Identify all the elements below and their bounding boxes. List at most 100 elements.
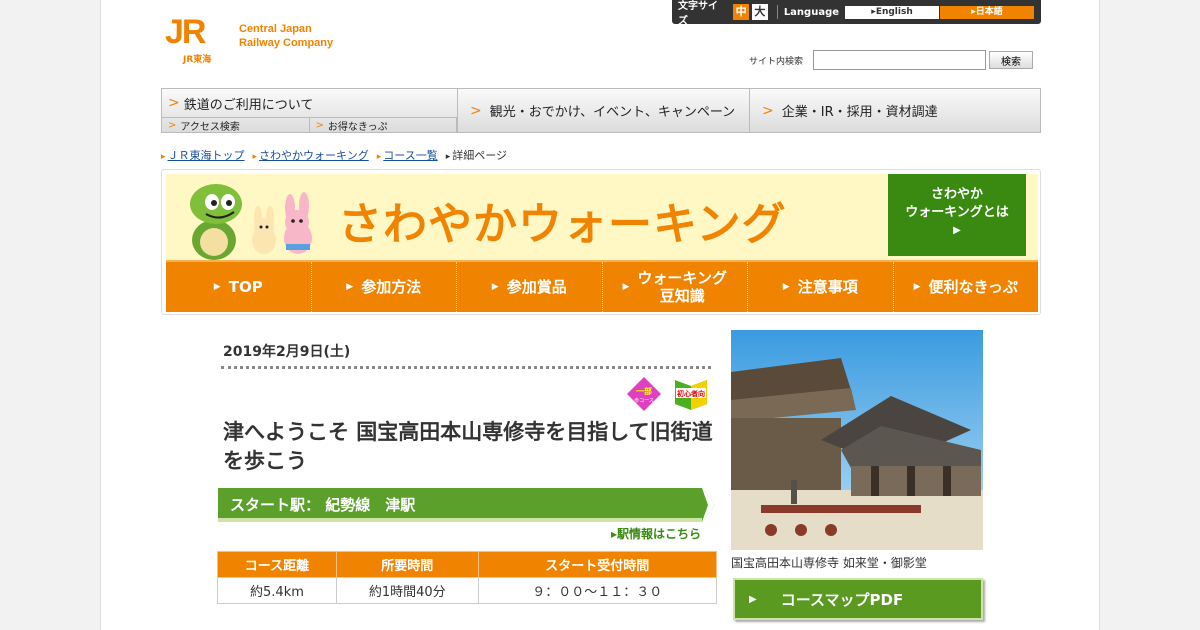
about-line1: さわやか xyxy=(930,187,983,202)
temple-photo xyxy=(731,330,983,550)
photo-caption: 国宝高田本山専修寺 如来堂・御影堂 xyxy=(731,556,927,570)
company-line2: Railway Company xyxy=(239,37,334,49)
start-station-bar: スタート駅： 紀勢線 津駅 xyxy=(218,488,715,522)
badge2-label: 初心者向 xyxy=(677,389,705,398)
breadcrumb-item[interactable]: ▸ コース一覧 xyxy=(377,147,438,163)
search-button[interactable]: 検索 xyxy=(989,51,1034,69)
font-size-label: 文字サイズ xyxy=(678,1,718,27)
logo-mark: JR xyxy=(165,13,206,51)
bnav-tickets[interactable]: ▶ 便利なきっぷ xyxy=(894,262,1039,312)
breadcrumb-item[interactable]: ▸ さわやかウォーキング xyxy=(253,147,369,163)
start-value: 紀勢線 津駅 xyxy=(325,496,416,514)
triangle-right-icon: ▸ xyxy=(252,152,258,162)
bnav-walking-tips[interactable]: ▶ ウォーキング 豆知識 xyxy=(603,262,748,312)
table-header: スタート受付時間 xyxy=(477,551,718,578)
english-button[interactable]: ▸English xyxy=(845,5,940,19)
gnav-tourism[interactable]: > 観光・おでかけ、イベント、キャンペーン xyxy=(458,89,750,132)
gnav-corporate-label: 企業・IR・採用・資材調達 xyxy=(781,105,938,120)
course-info-table: コース距離 所要時間 スタート受付時間 約5.4km 約1時間40分 ９：００～… xyxy=(217,551,718,604)
company-name: Central Japan Railway Company xyxy=(239,22,333,50)
course-duration: 約1時間40分 xyxy=(335,577,479,604)
gnav-discount-tickets[interactable]: > お得なきっぷ xyxy=(310,118,457,133)
chevron-right-icon: > xyxy=(470,102,482,119)
bnav-tickets-label: 便利なきっぷ xyxy=(928,278,1018,296)
table-header-row: コース距離 所要時間 スタート受付時間 xyxy=(217,551,718,578)
toolbar-divider xyxy=(776,5,778,19)
bnav-notes-label: 注意事項 xyxy=(797,278,858,296)
course-map-pdf-button[interactable]: ▶ コースマップPDF xyxy=(733,578,983,620)
banner-title: さわやかウォーキング xyxy=(338,199,787,250)
about-walking-button[interactable]: さわやか ウォーキングとは ▶ xyxy=(888,174,1026,256)
gnav-railway-label: 鉄道のご利用について xyxy=(183,97,314,113)
logo-sub: JR東海 xyxy=(183,55,212,65)
course-distance: 約5.4km xyxy=(217,577,337,604)
triangle-right-icon: ▶ xyxy=(913,282,921,292)
bnav-top-label: TOP xyxy=(228,278,263,296)
bnav-how-to-join[interactable]: ▶ 参加方法 xyxy=(312,262,457,312)
chevron-right-icon: > xyxy=(168,95,180,111)
course-title: 津へようこそ 国宝高田本山専修寺を目指して旧街道を歩こう xyxy=(223,420,713,473)
triangle-right-icon: ▸ xyxy=(161,152,166,162)
breadcrumb-link-course-list[interactable]: コース一覧 xyxy=(383,149,437,162)
bnav-prizes-label: 参加賞品 xyxy=(506,278,567,296)
badge1-sub: 歩コース xyxy=(634,397,654,404)
gnav-railway: > 鉄道のご利用について > アクセス検索 > お得なきっぷ xyxy=(162,89,458,133)
bnav-prizes[interactable]: ▶ 参加賞品 xyxy=(457,262,603,312)
triangle-right-icon: ▶ xyxy=(346,282,354,292)
search-input[interactable] xyxy=(813,50,987,70)
badge1-label: 一部 xyxy=(636,386,652,396)
beginner-badge-icon: 初心者向 xyxy=(675,380,707,410)
global-nav: > 鉄道のご利用について > アクセス検索 > お得なきっぷ > 観光・おでかけ、イ… xyxy=(161,88,1041,133)
chevron-right-icon: > xyxy=(168,119,177,131)
breadcrumb-link-walking[interactable]: さわやかウォーキング xyxy=(259,149,369,162)
table-header: 所要時間 xyxy=(335,551,479,578)
table-header: コース距離 xyxy=(217,551,337,578)
walking-banner: さわやかウォーキング さわやか ウォーキングとは ▶ ▶ TOP ▶ 参加方法 ▶ 参… xyxy=(161,169,1041,315)
bnav-walking-tips-line2: 豆知識 xyxy=(659,287,705,305)
bnav-walking-tips-label: ウォーキング 豆知識 xyxy=(637,269,727,305)
breadcrumb-item[interactable]: ▸ ＪＲ東海トップ xyxy=(161,147,245,163)
gnav-access-search-label: アクセス検索 xyxy=(180,121,240,133)
breadcrumb: ▸ ＪＲ東海トップ ▸ さわやかウォーキング ▸ コース一覧 ▸ 詳細ページ xyxy=(161,147,515,163)
triangle-right-icon: ▶ xyxy=(491,282,499,292)
triangle-right-icon: ▶ xyxy=(213,282,221,292)
japanese-button[interactable]: ▸日本語 xyxy=(940,5,1034,19)
gnav-corporate[interactable]: > 企業・IR・採用・資材調達 xyxy=(750,89,1040,132)
bnav-top[interactable]: ▶ TOP xyxy=(166,262,312,312)
jr-central-logo[interactable]: JR JR東海 Central Japan Railway Company xyxy=(165,14,355,66)
breadcrumb-current-label: 詳細ページ xyxy=(452,149,508,162)
page: JR JR東海 Central Japan Railway Company 文字… xyxy=(100,0,1100,630)
breadcrumb-link-top[interactable]: ＪＲ東海トップ xyxy=(168,149,245,162)
table-row: 約5.4km 約1時間40分 ９：００～１１：３０ xyxy=(217,577,718,604)
chevron-right-icon: > xyxy=(762,102,774,119)
language-label: Language xyxy=(783,6,840,18)
bnav-walking-tips-line1: ウォーキング xyxy=(637,269,727,287)
company-line1: Central Japan xyxy=(239,23,312,35)
triangle-right-icon: ▶ xyxy=(622,282,630,292)
gnav-discount-tickets-label: お得なきっぷ xyxy=(327,121,388,133)
font-size-medium-button[interactable]: 中 xyxy=(733,4,749,20)
dotted-divider xyxy=(221,366,711,369)
gnav-railway-link[interactable]: > 鉄道のご利用について xyxy=(162,89,457,117)
course-date: 2019年2月9日(土) xyxy=(223,344,351,360)
triangle-right-icon: ▸ xyxy=(445,152,451,162)
triangle-right-icon: ▸ xyxy=(376,152,382,162)
site-search: サイト内検索 検索 xyxy=(749,50,1034,70)
station-info-label: 駅情報はこちら xyxy=(617,527,702,541)
triangle-right-icon: ▶ xyxy=(782,282,790,292)
bnav-how-to-join-label: 参加方法 xyxy=(361,278,422,296)
gnav-access-search[interactable]: > アクセス検索 xyxy=(162,118,310,133)
triangle-right-icon: ▶ xyxy=(749,593,757,605)
triangle-right-icon: ▶ xyxy=(953,225,961,236)
station-info-link[interactable]: ▸駅情報はこちら xyxy=(611,525,701,542)
start-label: スタート駅： xyxy=(230,496,321,514)
partial-course-badge-icon: 一部 歩コース xyxy=(627,377,661,411)
english-label: English xyxy=(875,6,913,17)
utility-toolbar: 文字サイズ 中 大 Language ▸English ▸日本語 xyxy=(672,0,1041,27)
gnav-tourism-label: 観光・おでかけ、イベント、キャンペーン xyxy=(489,105,736,120)
about-line2: ウォーキングとは xyxy=(905,205,1009,220)
bnav-notes[interactable]: ▶ 注意事項 xyxy=(748,262,894,312)
course-map-label: コースマップPDF xyxy=(780,590,904,609)
font-size-large-button[interactable]: 大 xyxy=(752,4,768,20)
banner-header: さわやかウォーキング さわやか ウォーキングとは ▶ xyxy=(166,174,1038,260)
